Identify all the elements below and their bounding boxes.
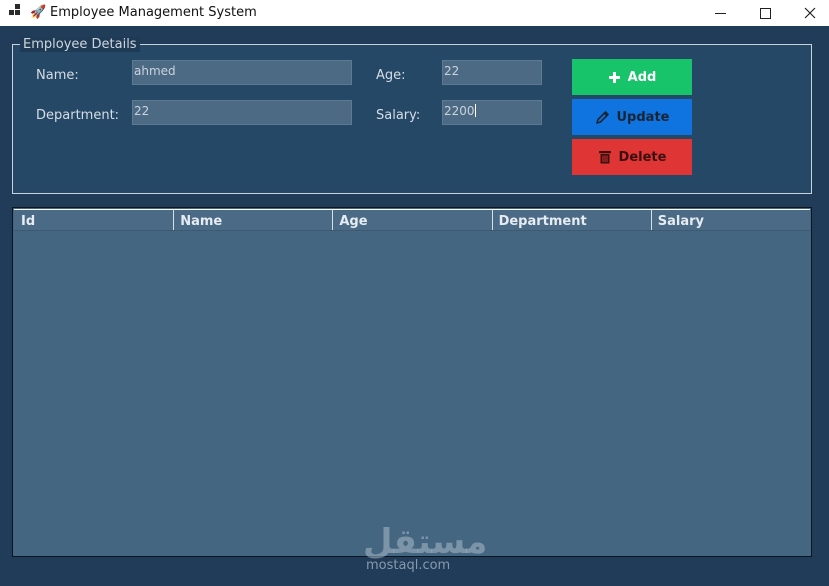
maximize-button[interactable]: [742, 0, 788, 26]
watermark-logo: مستقل: [363, 522, 488, 562]
column-header-age[interactable]: Age: [332, 210, 491, 230]
salary-field[interactable]: 2200: [442, 100, 542, 125]
rocket-icon: 🚀: [30, 5, 47, 20]
department-field[interactable]: 22: [132, 100, 352, 125]
watermark-text: mostaql.com: [366, 558, 451, 573]
salary-value: 2200: [444, 104, 475, 118]
column-header-salary[interactable]: Salary: [650, 210, 810, 230]
trash-icon: [598, 150, 612, 164]
delete-button[interactable]: Delete: [572, 139, 692, 175]
column-header-id[interactable]: Id: [14, 210, 173, 230]
delete-button-label: Delete: [618, 149, 667, 165]
plus-icon: [608, 71, 621, 84]
column-header-department[interactable]: Department: [491, 210, 651, 230]
age-value: 22: [444, 64, 460, 78]
close-button[interactable]: [787, 0, 829, 26]
add-button-label: Add: [627, 69, 657, 85]
age-field[interactable]: 22: [442, 60, 542, 85]
name-field[interactable]: ahmed: [132, 60, 352, 85]
maximize-icon: [759, 7, 771, 19]
column-header-name[interactable]: Name: [173, 210, 332, 230]
update-button-label: Update: [616, 109, 670, 125]
minimize-button[interactable]: [697, 0, 743, 26]
age-label: Age:: [376, 68, 406, 83]
department-label: Department:: [36, 108, 120, 123]
add-button[interactable]: Add: [572, 59, 692, 95]
pencil-icon: [595, 110, 610, 125]
text-caret: [474, 104, 476, 117]
title-bar: 🚀 Employee Management System: [0, 0, 829, 26]
name-label: Name:: [36, 68, 79, 83]
group-legend: Employee Details: [20, 37, 140, 52]
update-button[interactable]: Update: [572, 99, 692, 135]
window-title: Employee Management System: [50, 5, 257, 20]
name-value: ahmed: [134, 64, 176, 78]
table-header: Id Name Age Department Salary: [14, 209, 810, 231]
close-icon: [804, 7, 816, 19]
minimize-icon: [714, 12, 726, 14]
salary-label: Salary:: [376, 108, 421, 123]
app-grid-icon: [9, 4, 21, 18]
department-value: 22: [134, 104, 150, 118]
employee-table[interactable]: Id Name Age Department Salary: [12, 207, 812, 557]
